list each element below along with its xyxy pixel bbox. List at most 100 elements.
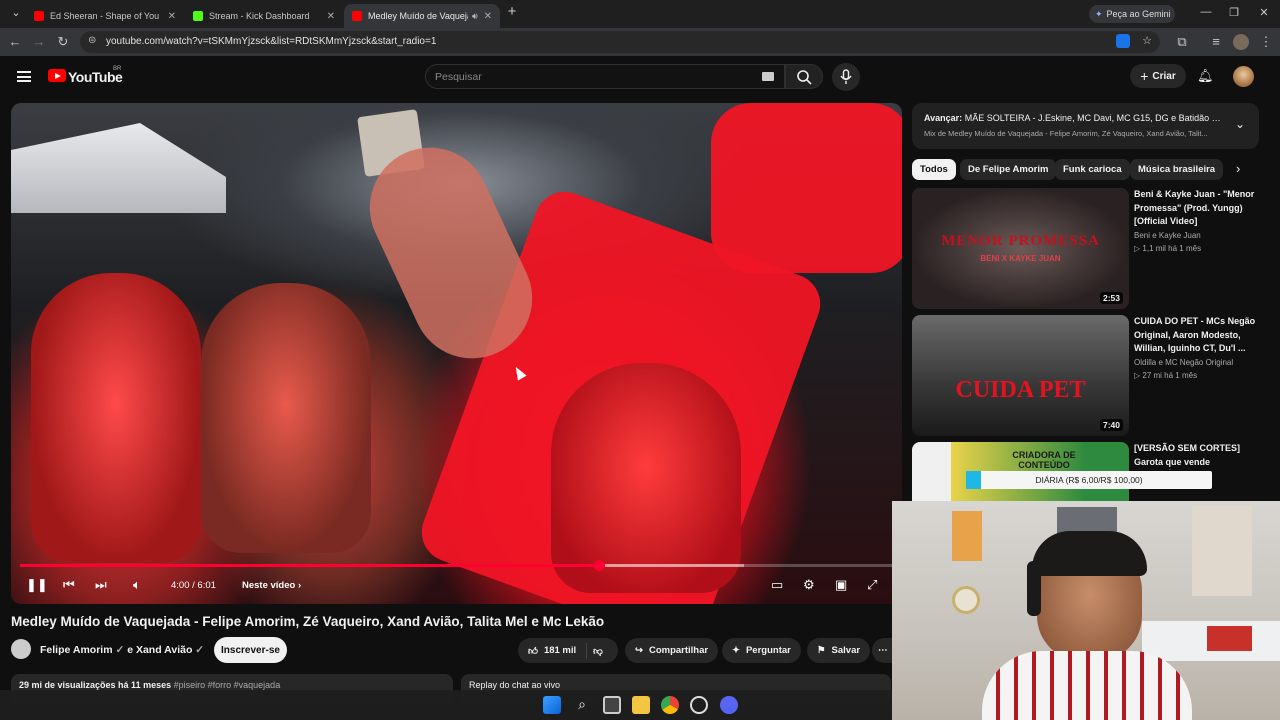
tab-search-icon[interactable]: ⌄ [6, 6, 26, 19]
close-icon[interactable]: ✕ [484, 11, 492, 22]
chip-felipe-amorim[interactable]: De Felipe Amorim [960, 159, 1057, 180]
site-info-icon[interactable]: ⊜ [88, 35, 96, 46]
window-close-icon[interactable]: ✕ [1254, 6, 1274, 19]
video-title: Medley Muído de Vaquejada - Felipe Amori… [11, 614, 605, 629]
tab-kick-dashboard[interactable]: Stream - Kick Dashboard ✕ [185, 4, 343, 28]
theater-mode-icon[interactable]: ▣ [835, 577, 847, 593]
settings-gear-icon[interactable]: ⚙︎ [803, 577, 815, 593]
close-icon[interactable]: ✕ [168, 11, 176, 22]
create-button[interactable]: + Criar [1130, 64, 1186, 88]
chip-musica-brasileira[interactable]: Música brasileira [1130, 159, 1224, 180]
browser-tab-bar: ⌄ Ed Sheeran - Shape of You 🔥 | ✕ Stream… [0, 0, 1280, 28]
youtube-favicon-icon [34, 11, 44, 21]
previous-icon[interactable]: ⏮︎ [63, 577, 75, 593]
video-player[interactable]: ❚❚ ⏮︎ ⏭︎ 🔈︎ 4:00 / 6:01 Neste vídeo › ▭ … [11, 103, 902, 604]
mix-next-up: Avançar: MÃE SOLTEIRA - J.Eskine, MC Dav… [924, 113, 1224, 123]
forward-arrow-icon[interactable]: → [31, 34, 47, 49]
windows-start-icon[interactable] [543, 696, 561, 714]
channel-avatar[interactable] [11, 639, 31, 659]
subtitles-icon[interactable]: ▭ [771, 577, 783, 593]
verified-icon: ✓ [115, 644, 125, 656]
tab-ed-sheeran[interactable]: Ed Sheeran - Shape of You 🔥 | ✕ [26, 4, 184, 28]
ask-label: Perguntar [745, 645, 791, 656]
chevron-right-icon[interactable]: › [1236, 161, 1240, 176]
close-icon[interactable]: ✕ [327, 11, 335, 22]
youtube-header: YouTube BR Pesquisar + Criar 🔔︎ [0, 56, 1280, 98]
played-bar [20, 564, 599, 567]
gemini-button[interactable]: ✦ Peça ao Gemini [1089, 5, 1175, 23]
search-input[interactable]: Pesquisar [425, 64, 785, 89]
hashtags[interactable]: #piseiro #forro #vaquejada [174, 680, 281, 690]
share-button[interactable]: ↪ Compartilhar [625, 638, 719, 663]
recommendation-channel[interactable]: Oldilla e MC Negão Original [1134, 358, 1258, 367]
taskbar-search-icon[interactable]: ⌕ [573, 696, 591, 714]
thumbnail-text: CUIDA PET [955, 377, 1086, 403]
reload-icon[interactable]: ↻ [55, 34, 71, 50]
url-field[interactable]: ⊜ youtube.com/watch?v=tSKMmYjzsck&list=R… [80, 31, 1160, 53]
tab-medley[interactable]: Medley Muído de Vaquejada 🔊︎ ✕ [344, 4, 500, 28]
donation-goal-label: DIÁRIA (R$ 6,00/R$ 100,00) [1035, 475, 1143, 485]
back-arrow-icon[interactable]: ← [7, 34, 23, 49]
profile-avatar[interactable] [1233, 34, 1249, 50]
extensions-icon[interactable]: ⧉ [1174, 34, 1190, 50]
minimize-icon[interactable]: — [1196, 6, 1216, 18]
chapters-label: Neste vídeo [242, 580, 296, 591]
replay-label: Replay do chat ao vivo [469, 680, 561, 690]
chip-all[interactable]: Todos [912, 159, 956, 180]
discord-icon[interactable] [720, 696, 738, 714]
bookmark-star-icon[interactable]: ☆ [1142, 34, 1152, 47]
volume-icon[interactable]: 🔈︎ [133, 577, 141, 593]
like-count[interactable]: 181 mil [544, 645, 576, 656]
tent-shape [11, 123, 226, 213]
fullscreen-icon[interactable]: ⤢ [867, 577, 877, 593]
recommendation-title[interactable]: Beni & Kayke Juan - "Menor Promessa" (Pr… [1134, 188, 1258, 229]
mix-playlist-header[interactable]: Avançar: MÃE SOLTEIRA - J.Eskine, MC Dav… [912, 103, 1259, 149]
speaker-icon[interactable]: 🔊︎ [472, 11, 478, 22]
file-explorer-icon[interactable] [632, 696, 650, 714]
more-actions-button[interactable]: ⋯ [872, 638, 892, 663]
recommendation-title[interactable]: [VERSÃO SEM CORTES] Garota que vende CON… [1134, 442, 1258, 470]
account-avatar[interactable] [1233, 66, 1254, 87]
reading-list-icon[interactable]: ≡ [1208, 34, 1224, 49]
chrome-icon[interactable] [661, 696, 679, 714]
subscribe-button[interactable]: Inscrever-se [214, 637, 287, 663]
recommendation-meta: ▷ 27 mi há 1 mês [1134, 371, 1197, 380]
recommendation-thumbnail[interactable]: MENOR PROMESSA BENI X KAYKE JUAN 2:53 [912, 188, 1129, 309]
like-icon[interactable]: 👍︎ [528, 645, 538, 657]
task-view-icon[interactable] [603, 696, 621, 714]
face-shape [551, 363, 741, 593]
recommendation-channel[interactable]: Beni e Kayke Juan [1134, 231, 1258, 240]
menu-dots-icon[interactable]: ⋮ [1258, 34, 1274, 50]
recommendation-thumbnail[interactable]: CUIDA PET 7:40 [912, 315, 1129, 436]
next-icon[interactable]: ⏭︎ [95, 577, 107, 593]
cast-icon[interactable] [1116, 34, 1130, 48]
chip-funk-carioca[interactable]: Funk carioca [1055, 159, 1130, 180]
search-button[interactable] [785, 64, 823, 89]
tab-label: Medley Muído de Vaquejada [368, 11, 468, 21]
channel-name-text: Felipe Amorim [40, 644, 113, 656]
new-tab-icon[interactable]: + [502, 3, 522, 20]
keyboard-icon[interactable] [762, 72, 774, 81]
save-label: Salvar [831, 645, 861, 656]
donation-goal-bar: DIÁRIA (R$ 6,00/R$ 100,00) [966, 471, 1212, 489]
notifications-bell-icon[interactable]: 🔔︎ [1197, 68, 1214, 84]
pause-icon[interactable]: ❚❚ [26, 577, 48, 593]
recommendation-meta: ▷ 1,1 mil há 1 mês [1134, 244, 1201, 253]
chapters-button[interactable]: Neste vídeo › [242, 580, 301, 591]
chevron-down-icon[interactable]: ⌄ [1235, 117, 1245, 131]
scrubber-handle[interactable] [594, 560, 605, 571]
save-button[interactable]: ⚑ Salvar [807, 638, 871, 663]
channel-name[interactable]: Felipe Amorim ✓ e Xand Avião ✓ [40, 644, 204, 656]
ask-button[interactable]: ✦ Perguntar [722, 638, 801, 663]
thumbnail-subtext: BENI X KAYKE JUAN [980, 254, 1061, 263]
mix-subtitle: Mix de Medley Muído de Vaquejada - Felip… [924, 129, 1208, 138]
duration-badge: 7:40 [1099, 419, 1123, 431]
youtube-logo-icon[interactable] [48, 69, 66, 82]
video-progress-bar[interactable] [20, 560, 892, 571]
hamburger-menu-icon[interactable] [17, 71, 31, 82]
dislike-icon[interactable]: 👎︎ [593, 645, 603, 657]
obs-icon[interactable] [690, 696, 708, 714]
voice-search-button[interactable] [832, 63, 860, 91]
recommendation-title[interactable]: CUIDA DO PET - MCs Negão Original, Aaron… [1134, 315, 1258, 356]
maximize-icon[interactable]: ❐ [1224, 6, 1244, 19]
